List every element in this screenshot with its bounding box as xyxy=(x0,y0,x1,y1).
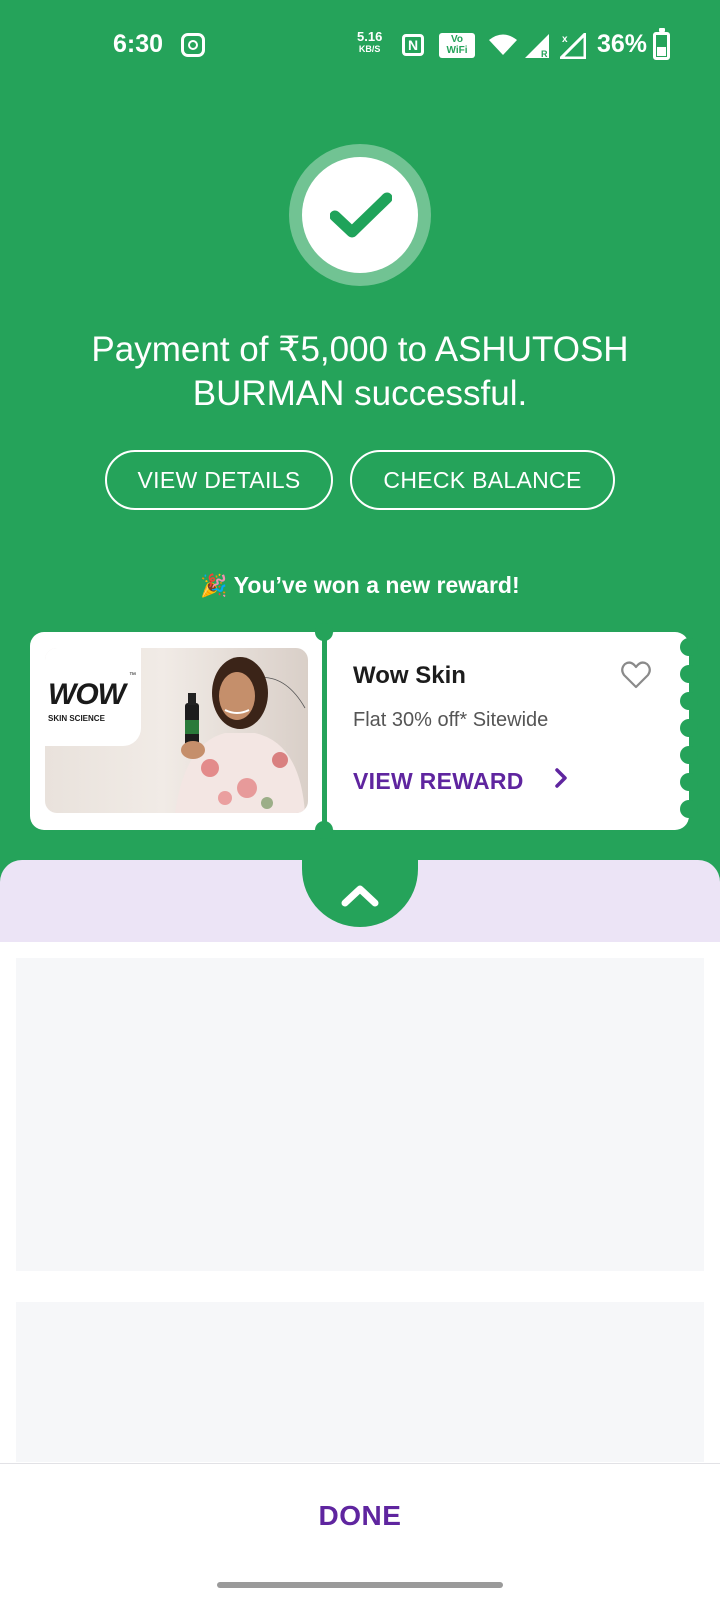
vowifi-label-bottom: WiFi xyxy=(446,45,468,56)
svg-text:x: x xyxy=(562,34,568,45)
battery-percent: 36% xyxy=(597,30,648,58)
signal-icon-secondary: x xyxy=(560,33,586,59)
coupon-scallop xyxy=(680,665,698,683)
coupon-scallop xyxy=(680,692,698,710)
party-popper-icon: 🎉 xyxy=(200,573,228,598)
vowifi-icon: Vo WiFi xyxy=(439,33,475,58)
view-details-button[interactable]: VIEW DETAILS xyxy=(105,450,333,510)
svg-text:R: R xyxy=(541,49,548,59)
wifi-icon xyxy=(489,34,517,55)
wow-logo-subtitle: SKIN SCIENCE xyxy=(48,714,105,723)
reward-offer-text: Flat 30% off* Sitewide xyxy=(353,709,549,731)
signal-icon: R xyxy=(525,34,549,59)
status-bar: 6:30 5.16 KB/S N Vo WiFi R x 36% xyxy=(0,0,720,90)
reward-brand-name: Wow Skin xyxy=(353,662,466,689)
wow-logo: WOW ™ SKIN SCIENCE xyxy=(45,648,141,746)
wow-logo-text: WOW xyxy=(48,678,126,711)
reward-banner-image: WOW ™ SKIN SCIENCE xyxy=(45,648,308,813)
success-check-icon xyxy=(302,157,418,273)
wow-logo-trademark: ™ xyxy=(129,672,136,679)
vowifi-label-top: Vo xyxy=(450,34,464,45)
nfc-icon: N xyxy=(402,34,424,56)
battery-icon xyxy=(653,28,670,60)
network-speed-value: 5.16 xyxy=(357,29,383,44)
coupon-perforation xyxy=(322,640,327,824)
reward-headline-text: You’ve won a new reward! xyxy=(233,572,520,598)
network-speed-unit: KB/S xyxy=(358,44,381,54)
check-balance-button[interactable]: CHECK BALANCE xyxy=(350,450,615,510)
coupon-scallop xyxy=(680,719,698,737)
payment-success-message: Payment of ₹5,000 to ASHUTOSH BURMAN suc… xyxy=(91,330,629,413)
loading-placeholder xyxy=(16,958,704,1271)
loading-placeholder xyxy=(16,1302,704,1462)
reward-headline: 🎉 You’ve won a new reward! xyxy=(0,572,720,599)
done-button[interactable]: DONE xyxy=(0,1500,720,1532)
coupon-scallop xyxy=(680,800,698,818)
chevron-up-icon xyxy=(341,885,379,907)
coupon-scallop xyxy=(680,773,698,791)
view-reward-label: VIEW REWARD xyxy=(353,768,524,794)
chevron-right-icon xyxy=(555,768,567,788)
coupon-scallop xyxy=(680,638,698,656)
status-time: 6:30 xyxy=(113,30,164,58)
view-reward-link[interactable]: VIEW REWARD xyxy=(353,768,567,795)
coupon-scallop xyxy=(680,746,698,764)
model-with-product-image xyxy=(175,657,306,813)
favorite-heart-icon[interactable] xyxy=(621,661,651,689)
instagram-icon xyxy=(181,33,205,57)
coupon-notch-bottom xyxy=(315,821,333,839)
network-speed: 5.16 KB/S xyxy=(357,29,383,55)
home-indicator[interactable] xyxy=(217,1582,503,1588)
coupon-notch-top xyxy=(315,623,333,641)
